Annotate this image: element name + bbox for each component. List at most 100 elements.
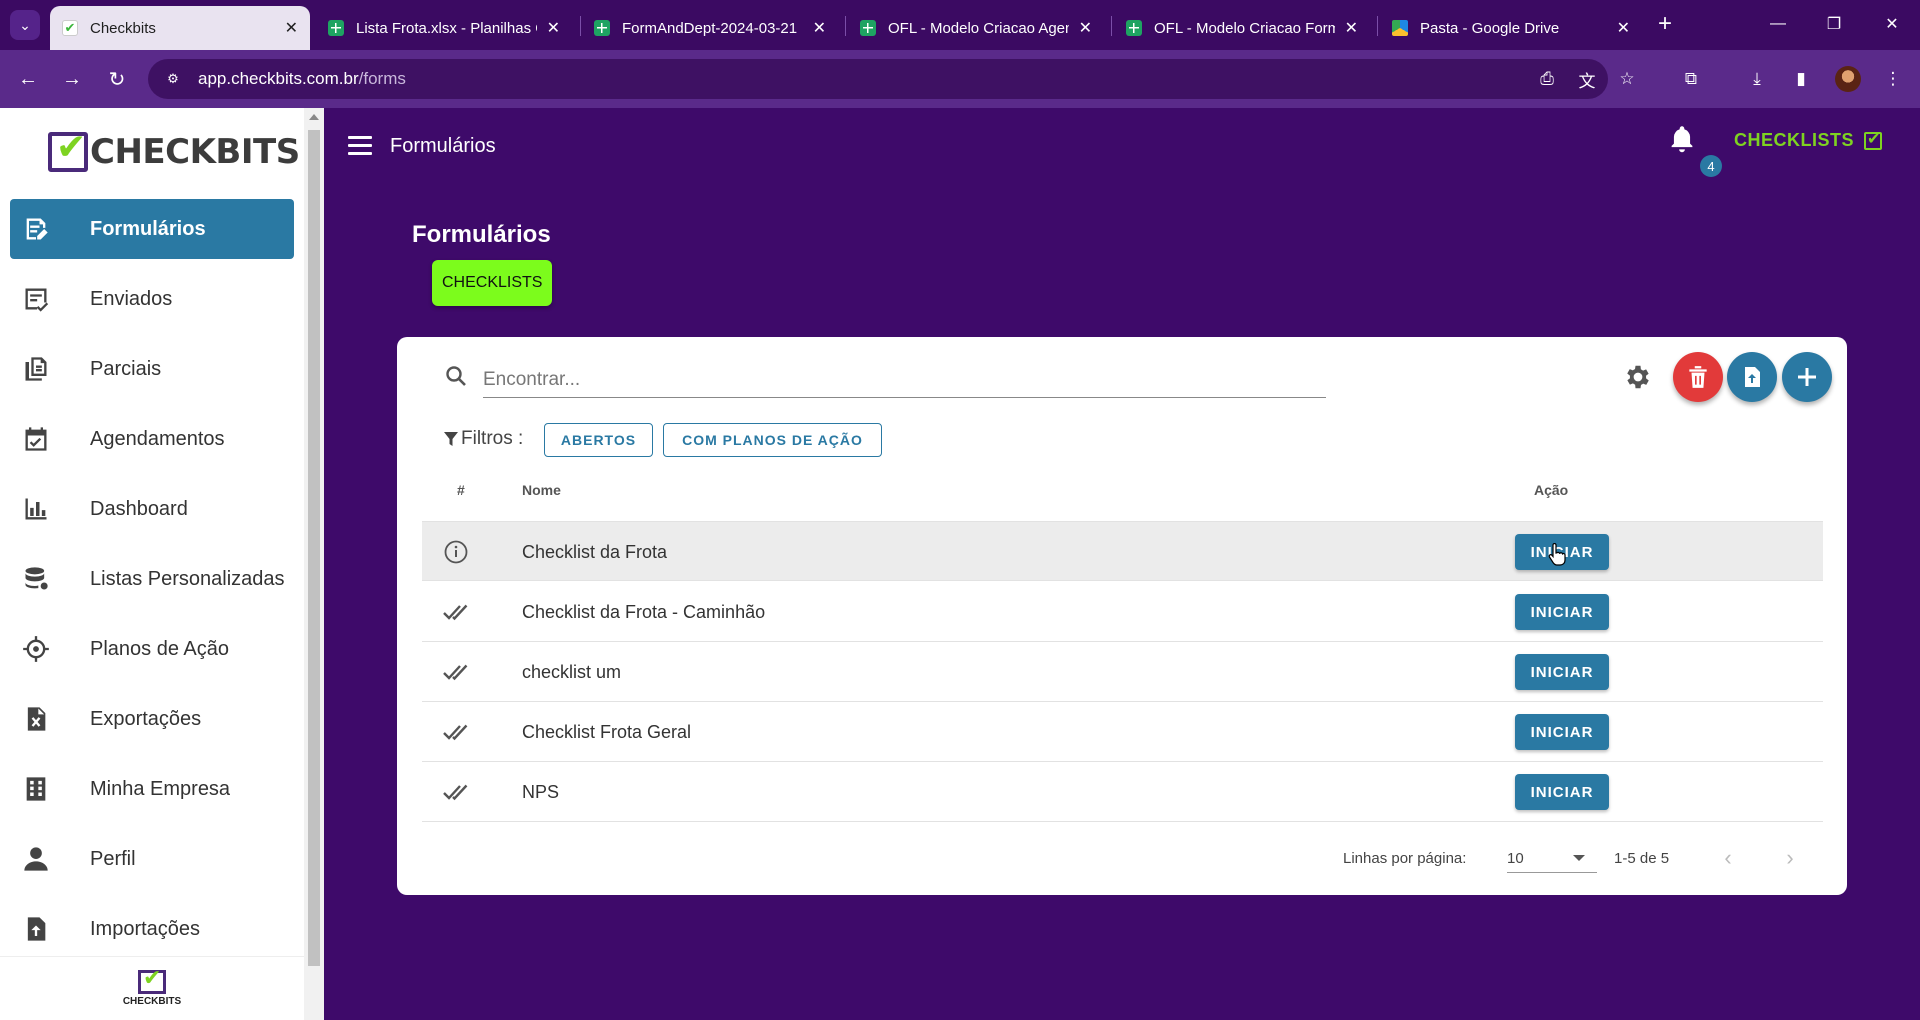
filters-label: Filtros : — [444, 428, 523, 450]
tab-search-dropdown[interactable]: ⌄ — [10, 10, 40, 40]
import-form-button[interactable] — [1727, 352, 1777, 402]
profile-avatar[interactable] — [1835, 66, 1861, 92]
browser-menu-icon[interactable]: ⋮ — [1880, 66, 1906, 92]
tab-form-and-dept[interactable]: FormAndDept-2024-03-21 ✕ — [582, 6, 838, 50]
sidebar-scrollbar[interactable] — [304, 108, 324, 1020]
hamburger-menu-icon[interactable] — [348, 136, 372, 156]
url-text: app.checkbits.com.br/forms — [198, 69, 406, 88]
sheets-favicon-icon — [1126, 20, 1142, 36]
close-tab-icon[interactable]: ✕ — [285, 18, 298, 38]
downloads-icon[interactable]: ⤓ — [1744, 66, 1770, 92]
minimize-icon[interactable]: — — [1758, 8, 1798, 40]
footer-logo-text: CHECKBITS — [122, 996, 182, 1007]
notification-count-badge: 4 — [1700, 155, 1722, 177]
table-row[interactable]: Checklist Frota Geral INICIAR — [422, 702, 1823, 762]
header-checklists-link[interactable]: CHECKLISTS — [1734, 129, 1883, 151]
sidebar-item-planos-de-acao[interactable]: Planos de Ação — [10, 619, 294, 679]
tab-title: OFL - Modelo Criacao Agen — [888, 19, 1069, 37]
add-form-button[interactable] — [1782, 352, 1832, 402]
info-icon[interactable] — [442, 540, 470, 564]
tab-lista-frota[interactable]: Lista Frota.xlsx - Planilhas G ✕ — [316, 6, 572, 50]
column-header-name[interactable]: Nome — [522, 482, 561, 498]
sheets-favicon-icon — [328, 20, 344, 36]
search-input[interactable] — [483, 362, 1326, 398]
reload-icon[interactable]: ↻ — [102, 64, 132, 94]
next-page-icon[interactable]: › — [1778, 845, 1802, 870]
previous-page-icon[interactable]: ‹ — [1716, 845, 1740, 870]
double-check-icon — [442, 720, 470, 744]
tab-separator — [1111, 16, 1112, 36]
scroll-up-arrow-icon[interactable] — [309, 114, 319, 120]
filter-com-planos-de-acao[interactable]: COM PLANOS DE AÇÃO — [663, 423, 882, 457]
scrollbar-thumb[interactable] — [308, 130, 320, 966]
gear-icon[interactable] — [1623, 362, 1653, 392]
table-row[interactable]: Checklist da Frota - Caminhão INICIAR — [422, 582, 1823, 642]
logo-check-icon — [48, 126, 88, 172]
checkbox-checked-icon — [1864, 129, 1883, 150]
start-form-button[interactable]: INICIAR — [1515, 774, 1609, 810]
search-icon — [444, 364, 468, 388]
start-form-button[interactable]: INICIAR — [1515, 594, 1609, 630]
close-tab-icon[interactable]: ✕ — [1079, 18, 1092, 38]
row-name: NPS — [522, 782, 560, 802]
table-row[interactable]: NPS INICIAR — [422, 762, 1823, 822]
new-tab-icon[interactable]: + — [1651, 10, 1679, 38]
close-tab-icon[interactable]: ✕ — [1345, 18, 1358, 38]
back-icon[interactable]: ← — [13, 64, 43, 94]
person-icon — [20, 845, 52, 873]
filter-abertos[interactable]: ABERTOS — [544, 423, 653, 457]
start-form-button[interactable]: INICIAR — [1515, 654, 1609, 690]
translate-icon[interactable]: 文 — [1574, 66, 1600, 92]
sidebar-item-dashboard[interactable]: Dashboard — [10, 479, 294, 539]
row-name: Checklist da Frota - Caminhão — [522, 602, 766, 622]
bar-chart-icon — [20, 495, 52, 523]
calendar-check-icon — [20, 425, 52, 453]
start-form-button[interactable]: INICIAR — [1515, 714, 1609, 750]
page-title: Formulários — [412, 221, 551, 248]
crosshair-icon — [20, 635, 52, 663]
tab-google-drive[interactable]: Pasta - Google Drive ✕ — [1380, 6, 1642, 50]
tab-title: OFL - Modelo Criacao Form — [1154, 19, 1335, 37]
rows-per-page-select[interactable]: 10 — [1507, 843, 1597, 873]
sidebar-item-enviados[interactable]: Enviados — [10, 269, 294, 329]
close-tab-icon[interactable]: ✕ — [813, 18, 826, 38]
table-row[interactable]: checklist um INICIAR — [422, 642, 1823, 702]
filter-funnel-icon — [444, 432, 458, 446]
hand-pointer-cursor-icon — [1548, 542, 1566, 567]
building-icon — [20, 775, 52, 803]
sidebar-item-listas-personalizadas[interactable]: Listas Personalizadas — [10, 549, 294, 609]
site-settings-icon[interactable]: ⚙ — [162, 68, 184, 90]
file-import-icon — [20, 915, 52, 943]
dropdown-caret-icon — [1573, 855, 1585, 861]
close-tab-icon[interactable]: ✕ — [547, 18, 560, 38]
tab-checkbits[interactable]: ✔ Checkbits ✕ — [50, 6, 310, 50]
plus-icon — [1798, 368, 1816, 386]
tab-ofl-agen[interactable]: OFL - Modelo Criacao Agen ✕ — [848, 6, 1104, 50]
close-tab-icon[interactable]: ✕ — [1617, 18, 1630, 38]
forward-icon[interactable]: → — [57, 64, 87, 94]
double-check-icon — [442, 660, 470, 684]
bookmark-star-icon[interactable]: ☆ — [1614, 66, 1640, 92]
column-header-action: Ação — [1534, 482, 1569, 498]
sidebar-item-perfil[interactable]: Perfil — [10, 829, 294, 889]
notification-bell-icon[interactable] — [1668, 124, 1696, 154]
sidebar-item-agendamentos[interactable]: Agendamentos — [10, 409, 294, 469]
row-name: checklist um — [522, 662, 622, 682]
extensions-icon[interactable]: ⧉ — [1678, 66, 1704, 92]
install-app-icon[interactable]: ⎙ — [1534, 66, 1560, 92]
double-check-icon — [442, 780, 470, 804]
category-chip-checklists[interactable]: CHECKLISTS — [432, 260, 553, 306]
restore-icon[interactable]: ❐ — [1814, 8, 1854, 40]
delete-forms-button[interactable] — [1673, 352, 1723, 402]
sidebar-item-exportacoes[interactable]: Exportações — [10, 689, 294, 749]
sidebar-item-parciais[interactable]: Parciais — [10, 339, 294, 399]
address-bar[interactable]: ⚙ app.checkbits.com.br/forms — [148, 59, 1608, 99]
table-row[interactable]: Checklist da Frota INICIAR — [422, 521, 1823, 581]
tab-ofl-form[interactable]: OFL - Modelo Criacao Form ✕ — [1114, 6, 1370, 50]
close-window-icon[interactable]: ✕ — [1872, 8, 1912, 40]
sheets-favicon-icon — [860, 20, 876, 36]
sidebar-item-importacoes[interactable]: Importações — [10, 899, 294, 959]
sidebar-item-formularios[interactable]: Formulários — [10, 199, 294, 259]
side-panel-icon[interactable]: ▮ — [1788, 66, 1814, 92]
sidebar-item-minha-empresa[interactable]: Minha Empresa — [10, 759, 294, 819]
